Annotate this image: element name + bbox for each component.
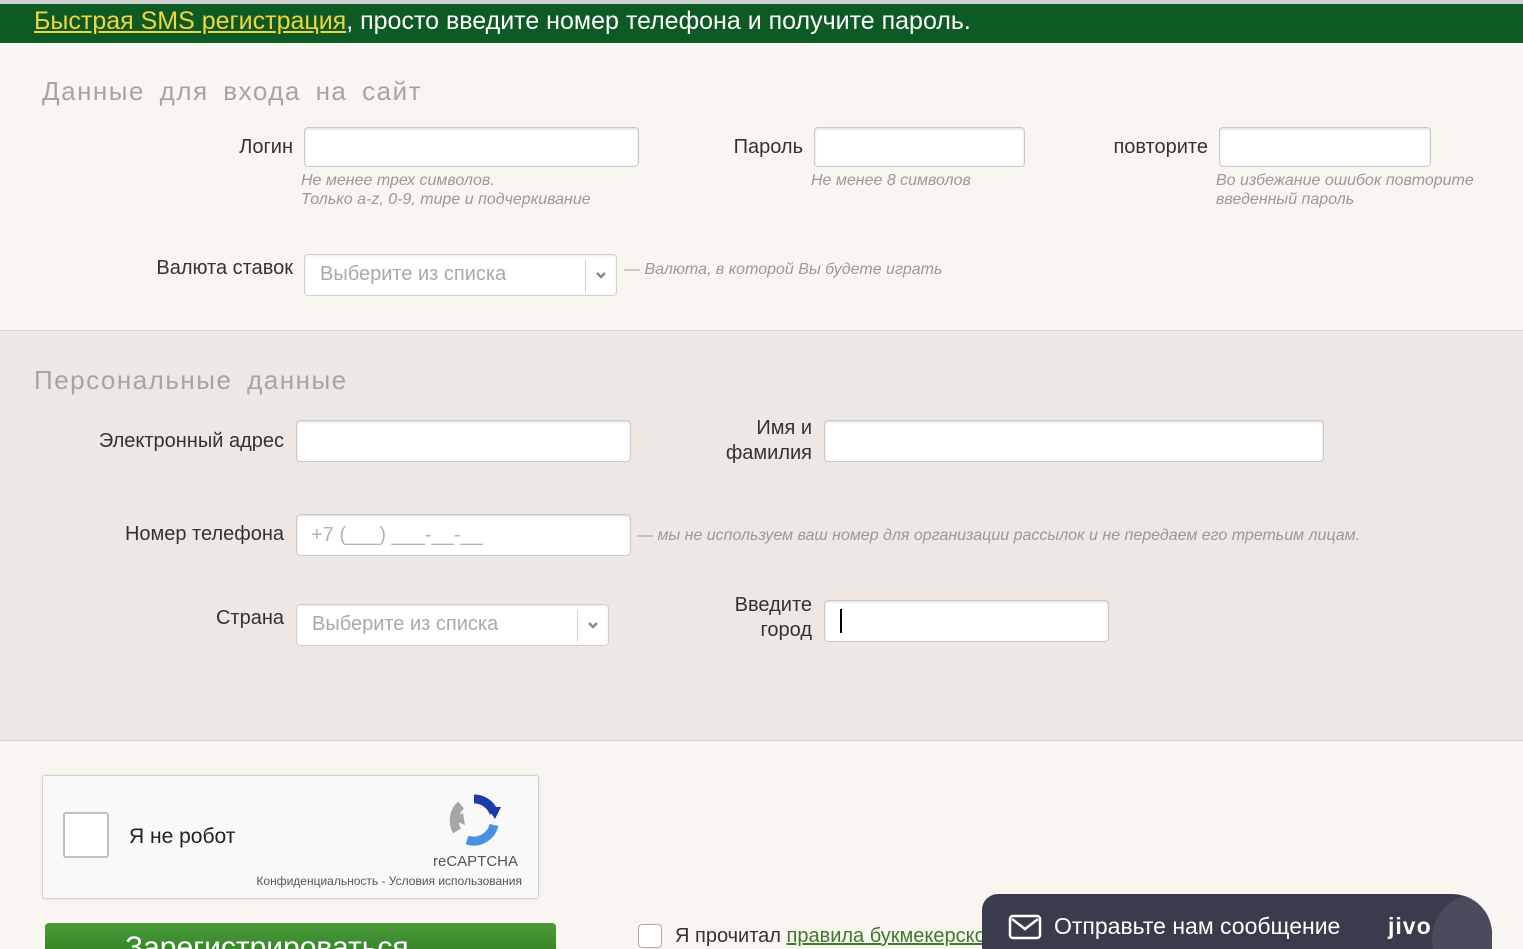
chat-message-text: Отправьте нам сообщение <box>1054 913 1341 939</box>
chevron-down-icon <box>596 272 606 279</box>
phone-input[interactable] <box>296 514 631 556</box>
recaptcha-terms-link[interactable]: Конфиденциальность - Условия использован… <box>256 874 522 888</box>
repeat-hint-line-2: введенный пароль <box>1216 191 1355 208</box>
login-section-title: Данные для входа на сайт <box>42 76 422 106</box>
envelope-icon <box>1008 914 1042 940</box>
phone-hint: — мы не используем ваш номер для организ… <box>637 527 1361 544</box>
password-label: Пароль <box>733 136 803 158</box>
repeat-password-label: повторите <box>1113 136 1208 158</box>
recaptcha-widget: Я не робот reCAPTCHA Конфиденциальность … <box>42 775 539 899</box>
login-input[interactable] <box>304 127 639 167</box>
bookmaker-rules-link[interactable]: правила букмекерско <box>787 925 986 947</box>
name-label-line-2: фамилия <box>725 442 812 464</box>
country-select-value: Выберите из списка <box>312 613 499 635</box>
chevron-down-icon <box>588 622 598 629</box>
sms-registration-link[interactable]: Быстрая SMS регистрация <box>34 7 346 35</box>
rules-agree-checkbox[interactable] <box>638 924 662 948</box>
currency-select-value: Выберите из списка <box>320 263 507 285</box>
sms-registration-banner: Быстрая SMS регистрация, просто введите … <box>0 0 1523 43</box>
jivo-logo: jivo <box>1388 913 1432 939</box>
country-select[interactable]: Выберите из списка <box>296 604 609 646</box>
repeat-password-input[interactable] <box>1219 127 1431 167</box>
login-hint-line-1: Не менее трех символов. <box>301 172 495 189</box>
login-hint-line-2: Только a-z, 0-9, тире и подчеркивание <box>301 191 591 208</box>
banner-content: Быстрая SMS регистрация, просто введите … <box>34 4 971 38</box>
recaptcha-checkbox[interactable] <box>63 812 109 858</box>
recaptcha-brand: reCAPTCHA <box>432 853 518 870</box>
city-label-line-2: город <box>760 619 812 641</box>
city-input[interactable] <box>824 600 1109 642</box>
phone-label: Номер телефона <box>124 523 284 545</box>
text-cursor <box>840 609 842 633</box>
name-label-line-1: Имя и <box>756 417 812 439</box>
city-label-line-1: Введите <box>734 594 812 616</box>
email-input[interactable] <box>296 420 631 462</box>
select-divider <box>577 610 578 642</box>
country-label: Страна <box>215 607 284 629</box>
recaptcha-label: Я не робот <box>129 825 236 848</box>
currency-select[interactable]: Выберите из списка <box>304 254 617 296</box>
email-label: Электронный адрес <box>98 430 284 452</box>
personal-section-title: Персональные данные <box>34 365 348 395</box>
repeat-hint-line-1: Во избежание ошибок повторите <box>1216 172 1474 189</box>
jivo-chat-widget[interactable]: Отправьте нам сообщение jivo <box>982 894 1492 949</box>
banner-text: , просто введите номер телефона и получи… <box>346 7 971 35</box>
rules-prefix: Я прочитал <box>675 925 787 947</box>
currency-hint: — Валюта, в которой Вы будете играть <box>624 261 943 278</box>
select-divider <box>585 260 586 292</box>
register-button[interactable]: Зарегистрироваться <box>45 923 556 949</box>
login-label: Логин <box>239 136 293 158</box>
recaptcha-logo-icon <box>449 794 501 846</box>
chat-widget-decoration <box>1432 894 1492 949</box>
full-name-input[interactable] <box>824 420 1324 462</box>
rules-agree-text: Я прочитал правила букмекерско <box>675 925 986 948</box>
currency-label: Валюта ставок <box>156 257 293 279</box>
password-input[interactable] <box>814 127 1025 167</box>
password-hint: Не менее 8 символов <box>811 172 971 189</box>
